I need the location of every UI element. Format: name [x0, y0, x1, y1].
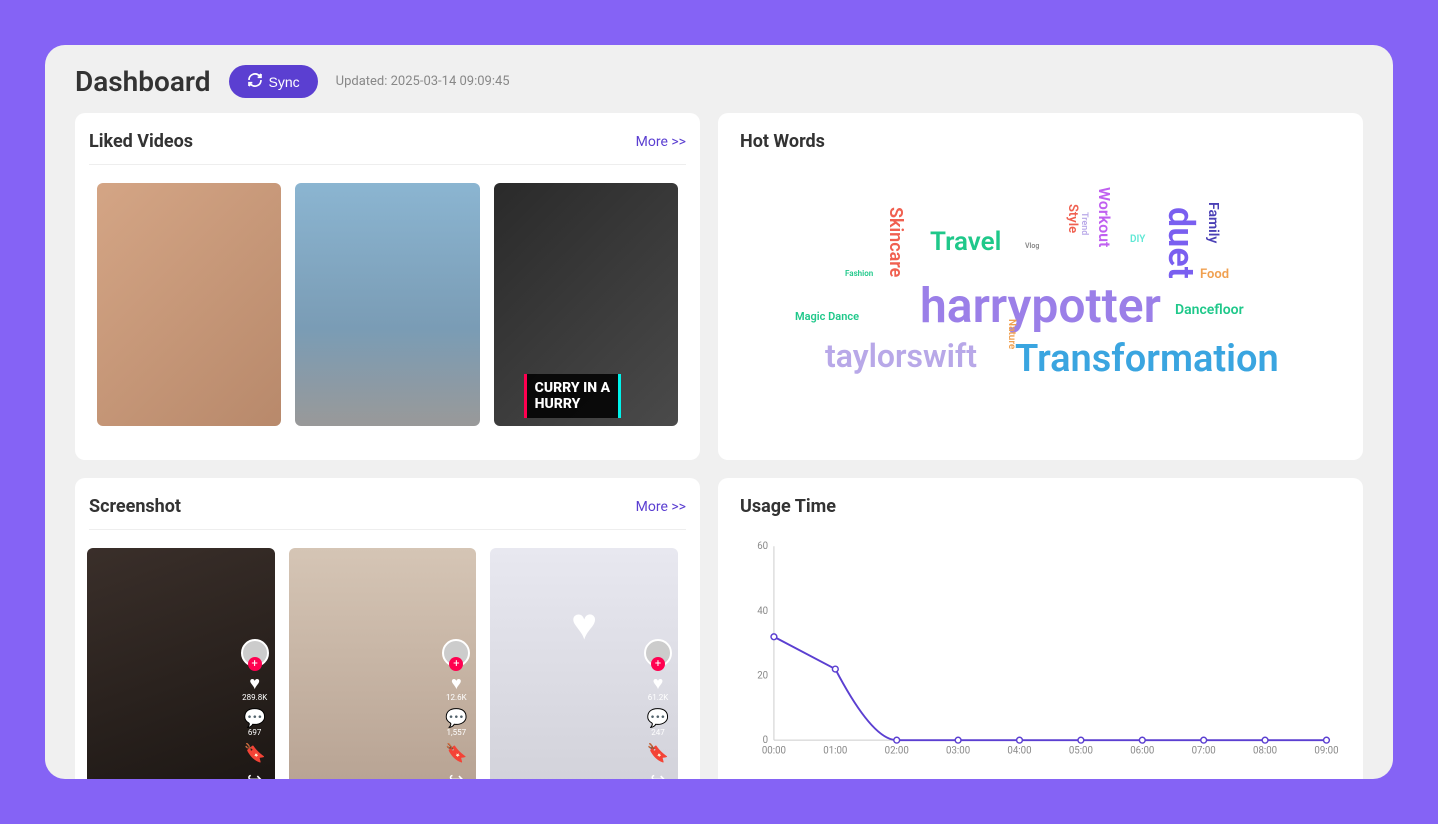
liked-video-thumb[interactable]	[295, 183, 479, 426]
usage-time-card: Usage Time 0 20 40 60 00:00 01:00 02:00 03:00 04…	[718, 478, 1363, 779]
share-icon[interactable]: ↪	[247, 771, 262, 779]
screenshot-title: Screenshot	[89, 496, 181, 517]
hot-word[interactable]: Workout	[1095, 187, 1114, 247]
screenshot-card: Screenshot More >> ♥289.8K 💬697 🔖 ↪29.2K	[75, 478, 700, 779]
comment-icon[interactable]: 💬	[243, 710, 265, 728]
liked-videos-card: Liked Videos More >> CURRY IN A HURRY	[75, 113, 700, 460]
hot-word[interactable]: Vlog	[1025, 242, 1039, 250]
share-icon[interactable]: ↪	[650, 771, 665, 779]
hot-word[interactable]: Style	[1065, 204, 1080, 233]
svg-text:07:00: 07:00	[1192, 746, 1216, 757]
comment-icon[interactable]: 💬	[647, 710, 669, 728]
svg-text:05:00: 05:00	[1069, 746, 1093, 757]
sync-button[interactable]: Sync	[229, 65, 318, 98]
avatar[interactable]	[241, 639, 269, 667]
hot-word[interactable]: Nature	[1006, 319, 1017, 349]
sync-button-label: Sync	[269, 74, 300, 90]
svg-text:04:00: 04:00	[1007, 746, 1031, 757]
svg-text:60: 60	[757, 541, 768, 552]
dashboard-container: Dashboard Sync Updated: 2025-03-14 09:09…	[45, 45, 1393, 779]
tiktok-sidebar: ♥61.2K 💬247 🔖 ↪9,600	[644, 639, 672, 779]
screenshot-thumb[interactable]: ♥289.8K 💬697 🔖 ↪29.2K	[87, 548, 275, 779]
page-title: Dashboard	[75, 65, 211, 98]
liked-video-thumb[interactable]: CURRY IN A HURRY	[494, 183, 678, 426]
screenshot-thumb[interactable]: ♥12.6K 💬1,557 🔖 ↪413	[289, 548, 477, 779]
svg-text:01:00: 01:00	[823, 746, 847, 757]
sync-icon	[247, 72, 263, 91]
svg-text:08:00: 08:00	[1253, 746, 1277, 757]
share-icon[interactable]: ↪	[449, 771, 464, 779]
hot-words-card: Hot Words harrypotterTransformation taylo…	[718, 113, 1363, 460]
svg-text:06:00: 06:00	[1130, 746, 1154, 757]
hot-word[interactable]: Skincare	[885, 207, 906, 277]
hot-word[interactable]: harrypotter	[920, 277, 1161, 334]
svg-text:0: 0	[763, 735, 768, 746]
liked-videos-more-link[interactable]: More >>	[636, 134, 686, 150]
tiktok-sidebar: ♥289.8K 💬697 🔖 ↪29.2K	[241, 639, 269, 779]
hot-word[interactable]: Food	[1200, 267, 1229, 282]
comment-icon[interactable]: 💬	[445, 710, 467, 728]
hot-word[interactable]: Dancefloor	[1175, 302, 1244, 318]
hot-word[interactable]: Family	[1205, 202, 1221, 243]
header: Dashboard Sync Updated: 2025-03-14 09:09…	[75, 65, 1363, 98]
hot-word[interactable]: Fashion	[845, 269, 873, 278]
avatar[interactable]	[442, 639, 470, 667]
svg-text:00:00: 00:00	[762, 746, 786, 757]
video-caption: CURRY IN A HURRY	[524, 374, 621, 418]
heart-icon[interactable]: ♥	[451, 675, 462, 693]
svg-text:09:00: 09:00	[1314, 746, 1338, 757]
updated-text: Updated: 2025-03-14 09:09:45	[336, 74, 510, 89]
tiktok-sidebar: ♥12.6K 💬1,557 🔖 ↪413	[442, 639, 470, 779]
screenshot-thumb[interactable]: ♥ ↻ Repost to followers ♥61.2K 💬247 🔖 ↪9…	[490, 548, 678, 779]
svg-text:02:00: 02:00	[885, 746, 909, 757]
heart-icon[interactable]: ♥	[249, 675, 260, 693]
hot-word[interactable]: DIY	[1130, 234, 1145, 245]
bookmark-icon[interactable]: 🔖	[647, 745, 669, 763]
heart-mask-icon: ♥	[571, 598, 597, 650]
svg-text:40: 40	[757, 606, 768, 617]
usage-time-chart: 0 20 40 60 00:00 01:00 02:00 03:00 04:00 05:00 06:…	[740, 533, 1341, 768]
hot-word[interactable]: Travel	[930, 227, 1001, 257]
hot-word[interactable]: taylorswift	[825, 337, 977, 375]
bookmark-icon[interactable]: 🔖	[445, 745, 467, 763]
liked-video-thumb[interactable]	[97, 183, 281, 426]
avatar[interactable]	[644, 639, 672, 667]
hot-word[interactable]: Magic Dance	[795, 310, 859, 323]
hot-words-title: Hot Words	[740, 131, 825, 152]
bookmark-icon[interactable]: 🔖	[243, 745, 265, 763]
wordcloud: harrypotterTransformation taylorswift Trav…	[740, 182, 1341, 442]
hot-word[interactable]: Trend	[1079, 212, 1089, 235]
svg-text:03:00: 03:00	[946, 746, 970, 757]
svg-text:20: 20	[757, 670, 768, 681]
screenshot-more-link[interactable]: More >>	[636, 499, 686, 515]
usage-time-title: Usage Time	[740, 496, 836, 517]
hot-word[interactable]: duet	[1160, 207, 1202, 279]
heart-icon[interactable]: ♥	[653, 675, 664, 693]
liked-videos-title: Liked Videos	[89, 131, 193, 152]
hot-word[interactable]: Transformation	[1015, 337, 1279, 381]
